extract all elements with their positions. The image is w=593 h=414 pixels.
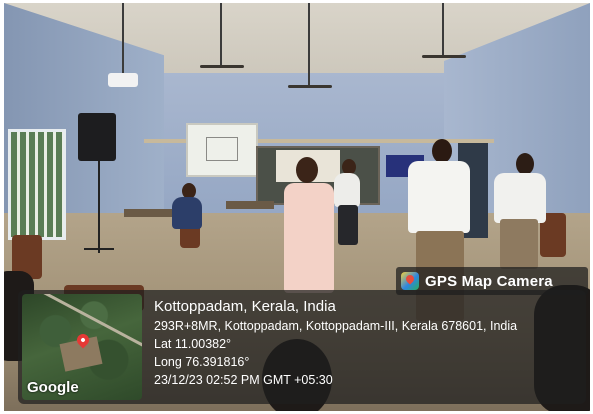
window <box>8 129 66 240</box>
latitude-line: Lat 11.00382° <box>154 337 232 351</box>
speaker-stand <box>98 161 100 253</box>
fan-rod <box>220 3 222 65</box>
address-line: 293R+8MR, Kottoppadam, Kottoppadam-III, … <box>154 319 518 333</box>
loudspeaker <box>78 113 116 161</box>
stamp-text: Kottoppadam, Kerala, India 293R+8MR, Kot… <box>154 297 517 389</box>
person-head <box>516 153 534 175</box>
person-body <box>172 197 202 229</box>
gps-map-camera-app-icon <box>401 272 419 290</box>
table <box>226 201 274 209</box>
person-body <box>408 161 470 233</box>
map-thumbnail: Google <box>22 294 142 400</box>
person-body <box>334 173 360 207</box>
ceiling-fan <box>288 85 332 88</box>
person-head <box>296 157 318 183</box>
google-attribution: Google <box>27 379 79 396</box>
person-body <box>284 183 334 293</box>
person-body <box>494 173 546 223</box>
projector <box>108 73 138 87</box>
person-head <box>432 139 452 163</box>
datetime-line: 23/12/23 02:52 PM GMT +05:30 <box>154 373 333 387</box>
location-title: Kottoppadam, Kerala, India <box>154 298 336 315</box>
projector-rod <box>122 3 124 73</box>
person-legs <box>338 205 358 245</box>
speaker-stand-base <box>84 248 114 250</box>
classroom-photo: GPS Map Camera Google Kottoppadam, Keral… <box>4 3 590 411</box>
fan-rod <box>442 3 444 55</box>
ceiling-fan <box>422 55 466 58</box>
person-legs <box>500 219 538 269</box>
location-stamp: Google Kottoppadam, Kerala, India 293R+8… <box>18 290 586 404</box>
gps-badge-label: GPS Map Camera <box>425 272 553 290</box>
longitude-line: Long 76.391816° <box>154 355 250 369</box>
fan-rod <box>308 3 310 85</box>
ceiling-fan <box>200 65 244 68</box>
whiteboard <box>186 123 258 177</box>
